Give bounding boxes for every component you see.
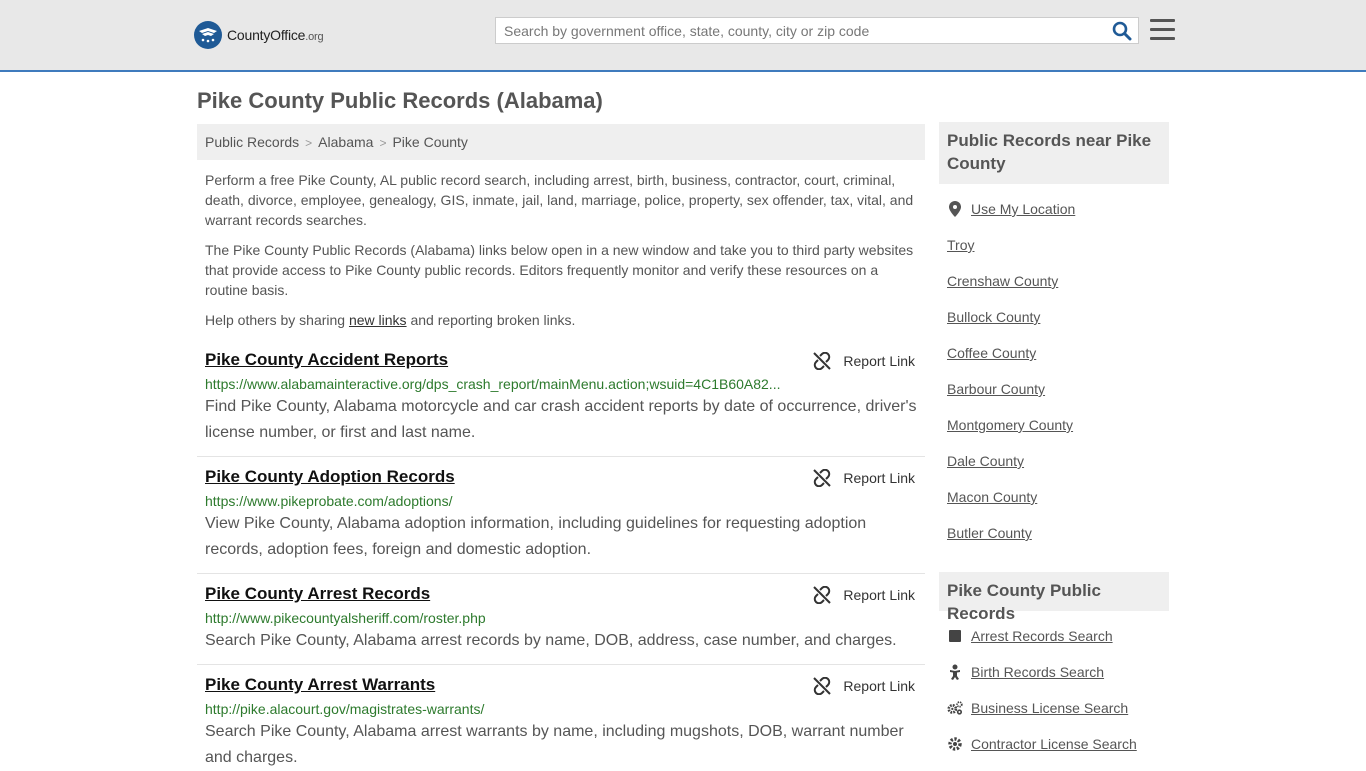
record-url[interactable]: https://www.alabamainteractive.org/dps_c… [205,376,785,392]
logo-wordmark: CountyOffice.org [227,27,324,43]
breadcrumb-public-records[interactable]: Public Records [205,134,299,150]
breadcrumb-alabama[interactable]: Alabama [318,134,373,150]
nearby-link-crenshaw-county[interactable]: Crenshaw County [947,273,1058,289]
nearby-link-item: Butler County [947,525,1032,541]
nearby-link-macon-county[interactable]: Macon County [947,489,1037,505]
nearby-link-item: Crenshaw County [947,273,1058,289]
nearby-link-item: Coffee County [947,345,1036,361]
birth-records-search-link[interactable]: Birth Records Search [971,664,1104,680]
county-records-heading: Pike County Public Records [939,572,1169,623]
nearby-link-item: Dale County [947,453,1024,469]
site-header: CountyOffice.org [0,0,1366,72]
search-box [495,17,1139,44]
nearby-link-item: Bullock County [947,309,1040,325]
baby-icon [947,664,963,680]
record-url[interactable]: http://www.pikecountyalsheriff.com/roste… [205,610,785,626]
nearby-link-dale-county[interactable]: Dale County [947,453,1024,469]
use-location-item: Use My Location [947,201,1075,217]
record-search-item: Arrest Records Search [947,628,1113,644]
report-link-button[interactable]: Report Link [813,469,915,487]
record-title-link[interactable]: Pike County Arrest Records [205,584,430,604]
breadcrumb: Public Records > Alabama > Pike County [197,124,925,160]
contractor-license-search-link[interactable]: Contractor License Search [971,736,1137,752]
logo-seal-icon [194,21,222,49]
record-search-item: Business License Search [947,700,1128,716]
map-marker-icon [947,201,963,217]
record-title-link[interactable]: Pike County Accident Reports [205,350,448,370]
search-input[interactable] [496,18,1112,43]
breadcrumb-separator: > [379,136,387,150]
report-link-button[interactable]: Report Link [813,586,915,604]
record-description: Find Pike County, Alabama motorcycle and… [205,398,917,441]
nearby-link-coffee-county[interactable]: Coffee County [947,345,1036,361]
nearby-link-troy[interactable]: Troy [947,237,974,253]
record-url[interactable]: http://pike.alacourt.gov/magistrates-war… [205,701,785,717]
nearby-link-item: Macon County [947,489,1037,505]
search-icon[interactable] [1112,21,1132,41]
broken-link-icon [813,352,832,370]
record-item: Pike County Arrest Warrants Report Link … [197,675,925,768]
broken-link-icon [813,677,832,695]
gears-icon [947,700,963,716]
nearby-link-barbour-county[interactable]: Barbour County [947,381,1045,397]
nearby-link-item: Troy [947,237,974,253]
record-title-link[interactable]: Pike County Arrest Warrants [205,675,435,695]
breadcrumb-separator: > [305,136,313,150]
nearby-records-heading: Public Records near Pike County [939,122,1169,184]
record-url[interactable]: https://www.pikeprobate.com/adoptions/ [205,493,785,509]
nearby-link-butler-county[interactable]: Butler County [947,525,1032,541]
record-description: View Pike County, Alabama adoption infor… [205,515,867,558]
record-description: Search Pike County, Alabama arrest recor… [205,632,897,649]
gear-icon [947,736,963,752]
business-license-search-link[interactable]: Business License Search [971,700,1128,716]
share-paragraph: Help others by sharing new links and rep… [205,312,576,328]
breadcrumb-pike-county: Pike County [392,134,468,150]
record-search-item: Birth Records Search [947,664,1104,680]
record-item: Pike County Arrest Records Report Link h… [197,584,925,665]
intro-paragraph: Perform a free Pike County, AL public re… [205,172,914,228]
new-links-link[interactable]: new links [349,312,407,328]
nearby-link-item: Barbour County [947,381,1045,397]
nearby-link-bullock-county[interactable]: Bullock County [947,309,1040,325]
record-item: Pike County Adoption Records Report Link… [197,467,925,574]
nearby-link-montgomery-county[interactable]: Montgomery County [947,417,1073,433]
report-link-button[interactable]: Report Link [813,352,915,370]
disclaimer-paragraph: The Pike County Public Records (Alabama)… [205,242,914,298]
hamburger-menu-icon[interactable] [1150,19,1175,41]
record-search-item: Contractor License Search [947,736,1137,752]
record-title-link[interactable]: Pike County Adoption Records [205,467,455,487]
nearby-link-item: Montgomery County [947,417,1073,433]
arrest-records-search-link[interactable]: Arrest Records Search [971,628,1113,644]
report-link-button[interactable]: Report Link [813,677,915,695]
broken-link-icon [813,586,832,604]
square-icon [947,628,963,644]
record-description: Search Pike County, Alabama arrest warra… [205,723,904,766]
site-logo[interactable]: CountyOffice.org [194,20,324,50]
page-title: Pike County Public Records (Alabama) [197,88,603,113]
use-my-location-link[interactable]: Use My Location [971,201,1075,217]
record-item: Pike County Accident Reports Report Link… [197,350,925,457]
broken-link-icon [813,469,832,487]
